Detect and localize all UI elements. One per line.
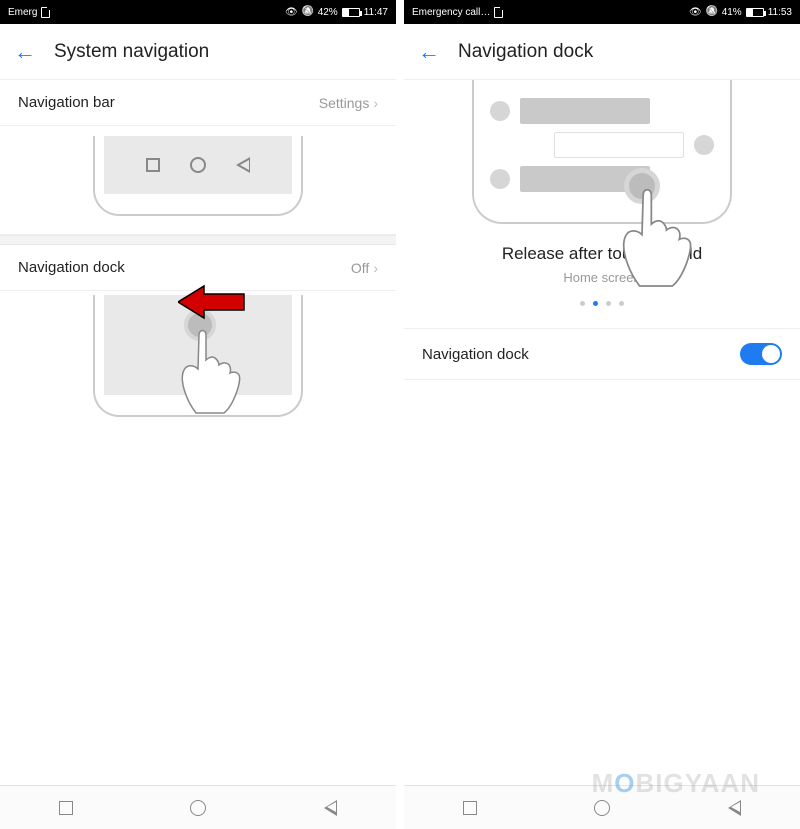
system-nav-bar (0, 785, 396, 829)
row-label: Navigation bar (18, 94, 115, 111)
eye-comfort-icon (285, 7, 298, 18)
dot (580, 301, 585, 306)
clock: 11:47 (364, 7, 388, 18)
dot-active (593, 301, 598, 306)
tut-bar-icon (554, 132, 684, 158)
tutorial-illustration: Release after touch & hold Home screen (404, 80, 800, 328)
tut-dot-icon (490, 101, 510, 121)
nav-bar-preview (0, 126, 396, 235)
row-value: Settings (319, 95, 370, 111)
row-navigation-bar[interactable]: Navigation bar Settings › (0, 80, 396, 126)
back-key-icon (236, 157, 250, 173)
home-button[interactable] (190, 800, 206, 816)
row-value: Off (351, 260, 369, 276)
back-icon[interactable]: ← (14, 41, 36, 63)
back-button[interactable] (324, 800, 337, 816)
status-bar: Emerg 42% 11:47 (0, 0, 396, 24)
home-button[interactable] (594, 800, 610, 816)
battery-icon (746, 8, 764, 17)
sim-icon (41, 7, 50, 18)
battery-percent: 42% (318, 7, 338, 18)
chevron-right-icon: › (373, 95, 378, 111)
recent-button[interactable] (463, 801, 477, 815)
battery-percent: 41% (722, 7, 742, 18)
back-icon[interactable]: ← (418, 41, 440, 63)
left-screenshot: Emerg 42% 11:47 ← System navigation Navi… (0, 0, 396, 829)
recent-button[interactable] (59, 801, 73, 815)
home-icon (190, 157, 206, 173)
tut-bar-icon (520, 98, 650, 124)
row-label: Navigation dock (422, 346, 529, 363)
toggle-switch[interactable] (740, 343, 782, 365)
battery-icon (342, 8, 360, 17)
hand-icon (174, 305, 294, 425)
dot (619, 301, 624, 306)
row-label: Navigation dock (18, 259, 125, 276)
mute-icon (706, 6, 718, 18)
eye-comfort-icon (689, 7, 702, 18)
section-divider (0, 235, 396, 245)
hand-icon (614, 160, 754, 300)
carrier-label: Emergency call… (412, 7, 490, 18)
clock: 11:53 (768, 7, 792, 18)
row-navigation-dock-toggle[interactable]: Navigation dock (404, 329, 800, 380)
recent-icon (146, 158, 160, 172)
mute-icon (302, 6, 314, 18)
back-button[interactable] (728, 800, 741, 816)
dot (606, 301, 611, 306)
page-title: Navigation dock (458, 41, 593, 63)
page-header: ← System navigation (0, 24, 396, 80)
tut-dot-icon (490, 169, 510, 189)
page-header: ← Navigation dock (404, 24, 800, 80)
tut-dot-icon (694, 135, 714, 155)
status-bar: Emergency call… 41% 11:53 (404, 0, 800, 24)
sim-icon (494, 7, 503, 18)
red-arrow-annotation (178, 282, 248, 322)
right-screenshot: Emergency call… 41% 11:53 ← Navigation d… (404, 0, 800, 829)
carrier-label: Emerg (8, 7, 37, 18)
page-title: System navigation (54, 41, 209, 63)
chevron-right-icon: › (373, 260, 378, 276)
watermark: MOBIGYAAN (592, 768, 760, 799)
page-indicator[interactable] (580, 301, 624, 306)
